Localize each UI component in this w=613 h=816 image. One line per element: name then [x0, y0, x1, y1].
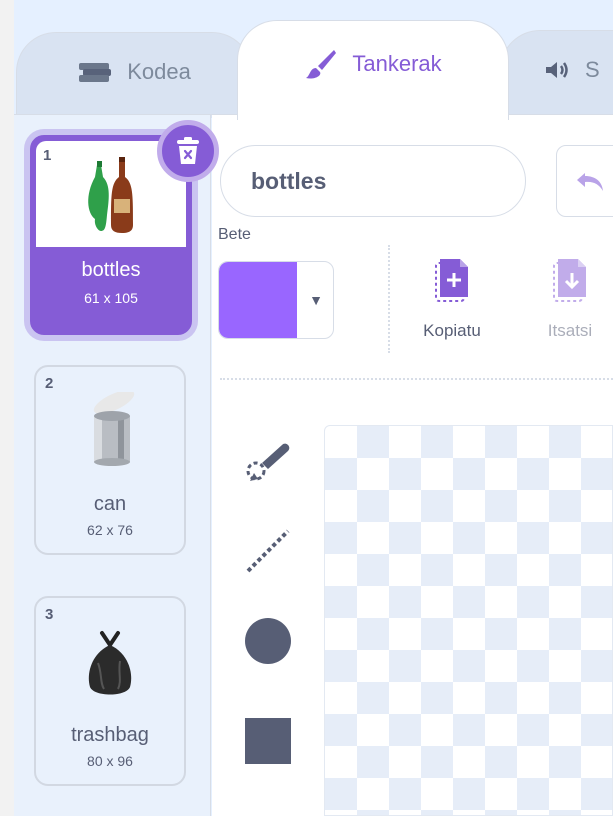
copy-icon: [408, 257, 496, 309]
tab-sounds[interactable]: S: [500, 30, 613, 116]
costume-size: 62 x 76: [87, 522, 133, 538]
circle-tool[interactable]: [242, 615, 294, 667]
costume-name-input[interactable]: [220, 145, 526, 217]
toolbar-separator: [388, 245, 390, 353]
paintbrush-icon: [304, 47, 338, 81]
circle-icon: [242, 615, 294, 667]
costume-name: trashbag: [71, 724, 149, 746]
costume-size: 80 x 96: [87, 753, 133, 769]
undo-icon: [575, 169, 605, 193]
copy-button[interactable]: Kopiatu: [408, 257, 496, 341]
dropdown-arrow-icon: ▼: [309, 292, 323, 308]
undo-button[interactable]: [556, 145, 613, 217]
paste-button[interactable]: Itsatsi: [538, 257, 602, 341]
line-icon: [242, 525, 294, 577]
tab-costumes-label: Tankerak: [352, 50, 442, 76]
rectangle-tool[interactable]: [242, 715, 294, 767]
costume-size: 61 x 105: [84, 290, 138, 306]
fill-label: Bete: [218, 226, 251, 243]
paste-icon: [538, 257, 602, 309]
costume-name: can: [93, 493, 127, 515]
line-tool[interactable]: [242, 525, 294, 577]
tab-costumes[interactable]: Tankerak: [237, 20, 509, 120]
costume-editor-app: Kodea S Tankerak 1 bottles 61 x 105 2 ca…: [14, 0, 613, 816]
trash-icon: [175, 136, 201, 166]
costume-list: 1 bottles 61 x 105 2 can 62 x 76 3 trash…: [14, 115, 219, 816]
drawing-canvas[interactable]: [324, 425, 613, 816]
code-blocks-icon: [77, 61, 113, 83]
paste-label: Itsatsi: [547, 321, 593, 340]
tab-code-label: Kodea: [127, 58, 191, 84]
can-icon: [36, 377, 184, 487]
toolbar-divider: [220, 378, 613, 380]
reshape-icon: [242, 435, 294, 487]
costume-item-can[interactable]: 2 can 62 x 76: [34, 365, 186, 555]
costume-number: 1: [43, 147, 52, 164]
fill-color-picker[interactable]: ▼: [218, 261, 334, 339]
copy-label: Kopiatu: [423, 321, 481, 340]
costume-item-trashbag[interactable]: 3 trashbag 80 x 96: [34, 596, 186, 786]
rectangle-icon: [242, 715, 294, 767]
tab-sounds-label: S: [585, 56, 600, 82]
speaker-icon: [543, 59, 571, 81]
paint-editor: Bete ▼ Kopiatu: [212, 115, 613, 816]
fill-color-swatch: [219, 262, 297, 338]
tab-code[interactable]: Kodea: [16, 32, 252, 118]
reshape-tool[interactable]: [242, 435, 294, 487]
costume-name: bottles: [81, 259, 141, 281]
delete-costume-button[interactable]: [157, 120, 219, 182]
trashbag-icon: [36, 608, 184, 718]
